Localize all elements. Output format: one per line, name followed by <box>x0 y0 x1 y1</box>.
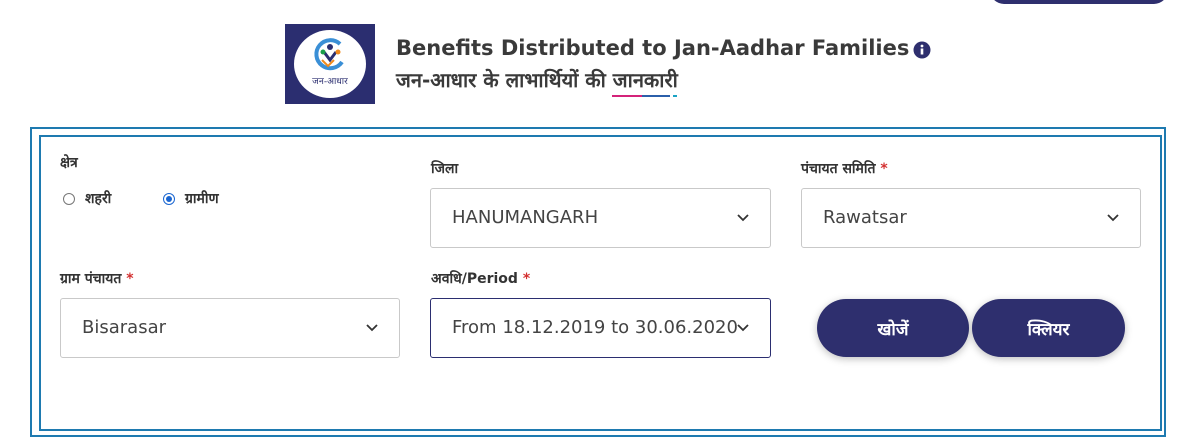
period-select[interactable]: From 18.12.2019 to 30.06.2020 <box>430 298 771 358</box>
radio-urban-circle[interactable] <box>63 192 75 205</box>
radio-urban[interactable]: शहरी <box>63 189 111 208</box>
radio-rural-circle[interactable] <box>163 192 175 205</box>
required-mark: * <box>126 271 134 287</box>
title-underline-blue <box>642 95 670 97</box>
panchayat-samiti-label-text: पंचायत समिति <box>801 161 876 177</box>
logo-text: जन-आधार <box>312 77 348 87</box>
gram-panchayat-label-text: ग्राम पंचायत <box>60 271 122 287</box>
district-select-value: HANUMANGARH <box>452 207 599 228</box>
chevron-down-icon <box>737 324 749 332</box>
area-label: क्षेत्र <box>60 155 78 171</box>
period-select-value: From 18.12.2019 to 30.06.2020 <box>452 317 738 338</box>
radio-rural-label: ग्रामीण <box>185 191 219 207</box>
gram-panchayat-select-value: Bisarasar <box>82 317 166 338</box>
gram-panchayat-label: ग्राम पंचायत * <box>60 269 134 288</box>
clear-button[interactable]: क्लियर <box>972 299 1125 357</box>
district-select[interactable]: HANUMANGARH <box>430 188 771 248</box>
title-underline-pink <box>612 95 642 97</box>
top-nav-button[interactable] <box>990 0 1168 4</box>
panchayat-samiti-select[interactable]: Rawatsar <box>801 188 1141 248</box>
page-title-en-text: Benefits Distributed to Jan-Aadhar Famil… <box>396 36 910 60</box>
required-mark: * <box>522 271 531 287</box>
chevron-down-icon <box>737 214 749 222</box>
filter-panel <box>39 135 1162 431</box>
title-underline-teal <box>673 95 677 97</box>
info-icon[interactable] <box>913 40 931 59</box>
required-mark: * <box>880 161 888 177</box>
page-title-hi: जन-आधार के लाभार्थियों की जानकारी <box>396 68 678 92</box>
search-button[interactable]: खोजें <box>817 299 969 357</box>
period-label-text: अवधि/Period <box>431 271 518 287</box>
page-title-en: Benefits Distributed to Jan-Aadhar Famil… <box>396 36 931 60</box>
period-label: अवधि/Period * <box>431 269 530 288</box>
radio-rural[interactable]: ग्रामीण <box>163 189 219 208</box>
chevron-down-icon <box>1107 214 1119 222</box>
district-label: जिला <box>431 161 459 177</box>
gram-panchayat-select[interactable]: Bisarasar <box>60 298 400 358</box>
radio-urban-label: शहरी <box>85 191 112 207</box>
panchayat-samiti-select-value: Rawatsar <box>823 207 907 228</box>
panchayat-samiti-label: पंचायत समिति * <box>801 159 888 178</box>
jan-aadhar-logo: जन-आधार <box>285 24 375 104</box>
chevron-down-icon <box>366 324 378 332</box>
